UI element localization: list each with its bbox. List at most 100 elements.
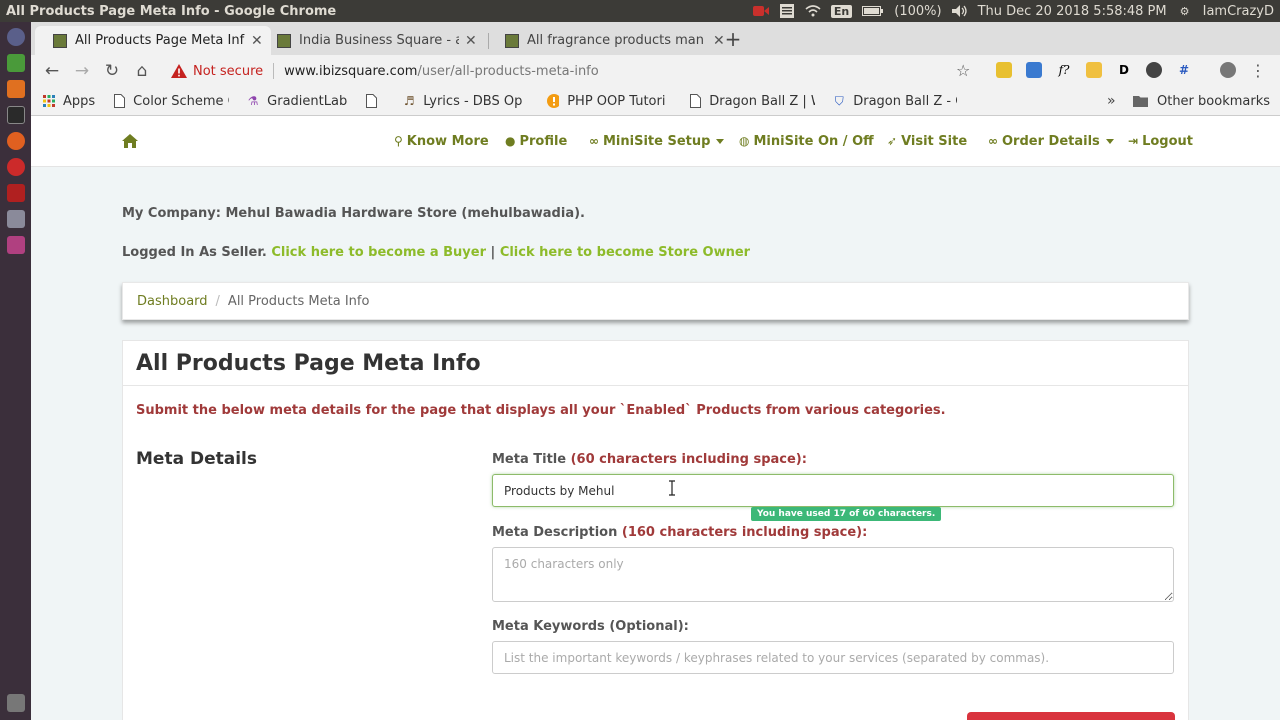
filezilla-icon[interactable] (6, 184, 25, 202)
site-favicon-icon (53, 33, 67, 48)
nav-label: Know More (406, 134, 489, 149)
bookmark-star-icon[interactable]: ☆ (956, 61, 970, 80)
bookmark-color-scheme[interactable]: Color Scheme G (113, 94, 229, 109)
tab-label: All fragrance products man (527, 33, 704, 48)
battery-icon[interactable] (862, 3, 884, 19)
session-user[interactable]: IamCrazyD (1203, 4, 1274, 19)
bookmark-dragon-ball-w[interactable]: Dragon Ball Z | W (689, 94, 815, 109)
tab-label: All Products Page Meta Inf (75, 33, 245, 48)
extensions-row: f? D # ⋮ (996, 61, 1266, 80)
info-icon (547, 94, 560, 108)
page-icon (365, 94, 377, 108)
extension-badge-icon[interactable] (996, 62, 1012, 78)
character-counter-badge: You have used 17 of 60 characters. (751, 507, 942, 521)
bookmark-other[interactable]: Other bookmarks (1133, 94, 1270, 109)
function-icon[interactable]: f? (1056, 62, 1072, 78)
bookmark-label: Apps (63, 93, 96, 109)
dash-icon[interactable] (6, 28, 25, 46)
app-icon[interactable] (6, 236, 25, 254)
bookmark-label: PHP OOP Tutori (567, 93, 666, 109)
meta-keywords-input[interactable] (492, 641, 1174, 674)
tab-all-products-meta[interactable]: All Products Page Meta Inf ✕ (35, 26, 271, 55)
bookmark-apps[interactable]: Apps (43, 94, 95, 109)
login-status: Logged In As Seller. Click here to becom… (122, 245, 750, 260)
nav-label: Order Details (1002, 134, 1100, 149)
company-info: My Company: Mehul Bawadia Hardware Store… (122, 206, 585, 221)
terminal-icon[interactable] (6, 106, 25, 124)
back-arrow-icon[interactable]: ← (37, 61, 67, 81)
security-status[interactable]: Not secure (193, 64, 263, 79)
meta-title-input[interactable] (492, 474, 1174, 507)
bookmark-dragon-ball-c[interactable]: ⛉ Dragon Ball Z - C (833, 93, 958, 109)
warning-icon (171, 64, 187, 78)
tab-fragrance-products[interactable]: All fragrance products man ✕ (487, 26, 733, 55)
clock[interactable]: Thu Dec 20 2018 5:58:48 PM (978, 4, 1167, 19)
extension-tool-icon[interactable] (1026, 62, 1042, 78)
become-buyer-link[interactable]: Click here to become a Buyer (271, 245, 486, 260)
tab-india-business-square[interactable]: India Business Square - a ✕ (259, 26, 485, 55)
forward-arrow-icon[interactable]: → (67, 61, 97, 81)
rocket-icon: ➶ (887, 134, 898, 148)
trash-icon[interactable] (6, 694, 25, 712)
bookmarks-overflow-button[interactable]: » (1107, 93, 1116, 109)
nav-minisite-onoff[interactable]: ◍ MiniSite On / Off (739, 134, 874, 149)
settings-app-icon[interactable] (6, 210, 25, 228)
nav-order-details[interactable]: ∞ Order Details (988, 134, 1114, 149)
extension-highlight-icon[interactable] (1086, 62, 1102, 78)
opera-icon[interactable] (6, 158, 25, 176)
extension-d-icon[interactable]: D (1116, 62, 1132, 78)
sublime-icon[interactable] (6, 80, 25, 98)
keyboard-language[interactable]: En (830, 4, 853, 18)
bookmark-blank[interactable] (365, 94, 385, 108)
firefox-icon[interactable] (6, 132, 25, 150)
meta-description-textarea[interactable] (492, 547, 1174, 602)
nav-visit-site[interactable]: ➶ Visit Site (887, 134, 967, 149)
address-bar[interactable]: Not secure www.ibizsquare.com/user/all-p… (161, 57, 941, 85)
link-icon: ∞ (589, 134, 599, 148)
record-icon[interactable] (752, 3, 769, 19)
omnibox-divider (273, 63, 275, 79)
close-icon[interactable]: ✕ (465, 33, 477, 49)
bookmark-label: GradientLab (267, 93, 348, 109)
submit-button[interactable] (967, 712, 1175, 720)
notes-icon[interactable] (779, 3, 795, 19)
bookmark-label: Lyrics - DBS Op (423, 93, 523, 109)
wifi-icon[interactable] (805, 3, 821, 19)
tab-label: India Business Square - a (299, 33, 459, 48)
app-launcher (0, 22, 31, 720)
bookmark-lyrics[interactable]: ♬ Lyrics - DBS Op (403, 94, 529, 109)
login-prefix: Logged In As Seller. (122, 245, 267, 260)
extension-block-icon[interactable] (1146, 62, 1162, 78)
site-favicon-icon (505, 33, 519, 48)
nav-know-more[interactable]: ⚲ Know More (394, 134, 489, 149)
tab-strip: All Products Page Meta Inf ✕ India Busin… (31, 22, 1280, 55)
reload-icon[interactable]: ↻ (97, 61, 127, 81)
become-owner-link[interactable]: Click here to become Store Owner (500, 245, 750, 260)
link-separator: | (490, 245, 496, 260)
panel-header: All Products Page Meta Info (123, 341, 1188, 386)
gear-icon[interactable]: ⚙ (1177, 3, 1193, 19)
bookmark-label: Other bookmarks (1156, 93, 1270, 109)
section-title: Meta Details (136, 449, 257, 469)
breadcrumb-dashboard-link[interactable]: Dashboard (137, 294, 208, 309)
nav-minisite-setup[interactable]: ∞ MiniSite Setup (589, 134, 725, 149)
nav-profile[interactable]: ● Profile (505, 134, 567, 149)
volume-icon[interactable] (951, 3, 968, 19)
extension-grid-icon[interactable]: # (1176, 62, 1192, 78)
bookmark-php-oop[interactable]: PHP OOP Tutori (547, 94, 671, 109)
menu-kebab-icon[interactable]: ⋮ (1250, 61, 1266, 80)
avatar[interactable] (1220, 62, 1236, 78)
chrome-icon[interactable] (6, 54, 25, 72)
meta-title-label: Meta Title (60 characters including spac… (492, 452, 807, 467)
label-text: Meta Description (492, 525, 618, 540)
bookmark-gradientlab[interactable]: ⚗ GradientLab (247, 94, 347, 109)
bookmark-label: Dragon Ball Z - C (853, 93, 958, 109)
home-icon[interactable] (122, 134, 138, 148)
bookmark-label: Dragon Ball Z | W (709, 93, 816, 109)
new-tab-button[interactable]: + (721, 27, 745, 51)
system-tray: En (100%) Thu Dec 20 2018 5:58:48 PM ⚙ I… (752, 3, 1274, 19)
home-button-icon[interactable]: ⌂ (127, 61, 157, 81)
lightbulb-icon: ⚲ (394, 134, 403, 148)
battery-percent: (100%) (894, 3, 942, 19)
nav-logout[interactable]: ⇥ Logout (1128, 134, 1193, 149)
